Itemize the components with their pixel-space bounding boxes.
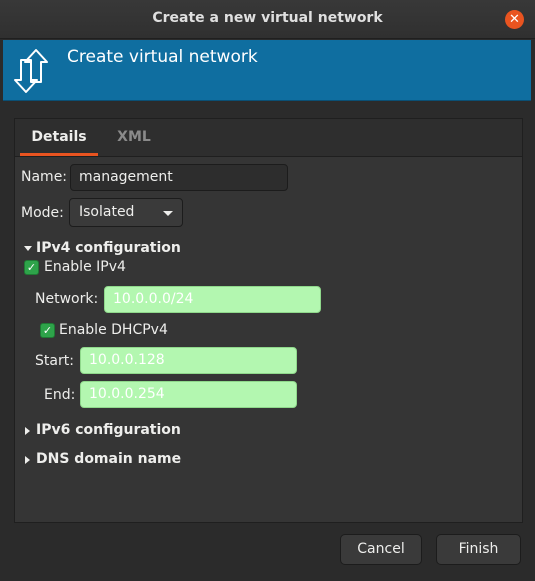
network-field[interactable]: 10.0.0.0/24 bbox=[104, 286, 321, 313]
name-field[interactable]: management bbox=[70, 164, 288, 191]
chevron-down-icon bbox=[163, 211, 173, 216]
dhcp-end-field[interactable]: 10.0.0.254 bbox=[80, 381, 297, 408]
mode-value: Isolated bbox=[79, 204, 135, 220]
banner-heading: Create virtual network bbox=[67, 47, 258, 67]
name-label: Name: bbox=[21, 169, 68, 185]
cancel-button[interactable]: Cancel bbox=[340, 534, 422, 565]
ipv4-header: IPv4 configuration bbox=[36, 240, 181, 256]
title-bar: Create a new virtual network ✕ bbox=[0, 0, 535, 39]
mode-dropdown[interactable]: Isolated bbox=[69, 198, 183, 227]
header-banner: Create virtual network bbox=[3, 40, 531, 101]
close-icon[interactable]: ✕ bbox=[505, 10, 524, 29]
enable-dhcpv4-checkbox[interactable]: ✓ bbox=[40, 323, 55, 338]
dns-header: DNS domain name bbox=[36, 451, 182, 467]
expander-down-icon bbox=[24, 246, 32, 251]
ipv6-header: IPv6 configuration bbox=[36, 422, 181, 438]
enable-dhcpv4-label: Enable DHCPv4 bbox=[59, 322, 168, 338]
enable-ipv4-label: Enable IPv4 bbox=[44, 259, 126, 275]
dhcp-start-field[interactable]: 10.0.0.128 bbox=[80, 347, 297, 374]
window-title: Create a new virtual network bbox=[152, 10, 383, 26]
enable-ipv4-checkbox[interactable]: ✓ bbox=[24, 260, 39, 275]
mode-label: Mode: bbox=[21, 205, 64, 221]
tab-details[interactable]: Details bbox=[20, 119, 98, 156]
finish-button[interactable]: Finish bbox=[436, 534, 521, 565]
expander-right-icon bbox=[25, 427, 30, 435]
end-label: End: bbox=[44, 387, 76, 403]
network-arrows-icon bbox=[14, 49, 48, 93]
tab-xml[interactable]: XML bbox=[104, 119, 164, 156]
start-label: Start: bbox=[35, 353, 74, 369]
tab-bar: Details XML bbox=[15, 119, 522, 157]
network-label: Network: bbox=[35, 291, 99, 307]
expander-right-icon bbox=[25, 456, 30, 464]
